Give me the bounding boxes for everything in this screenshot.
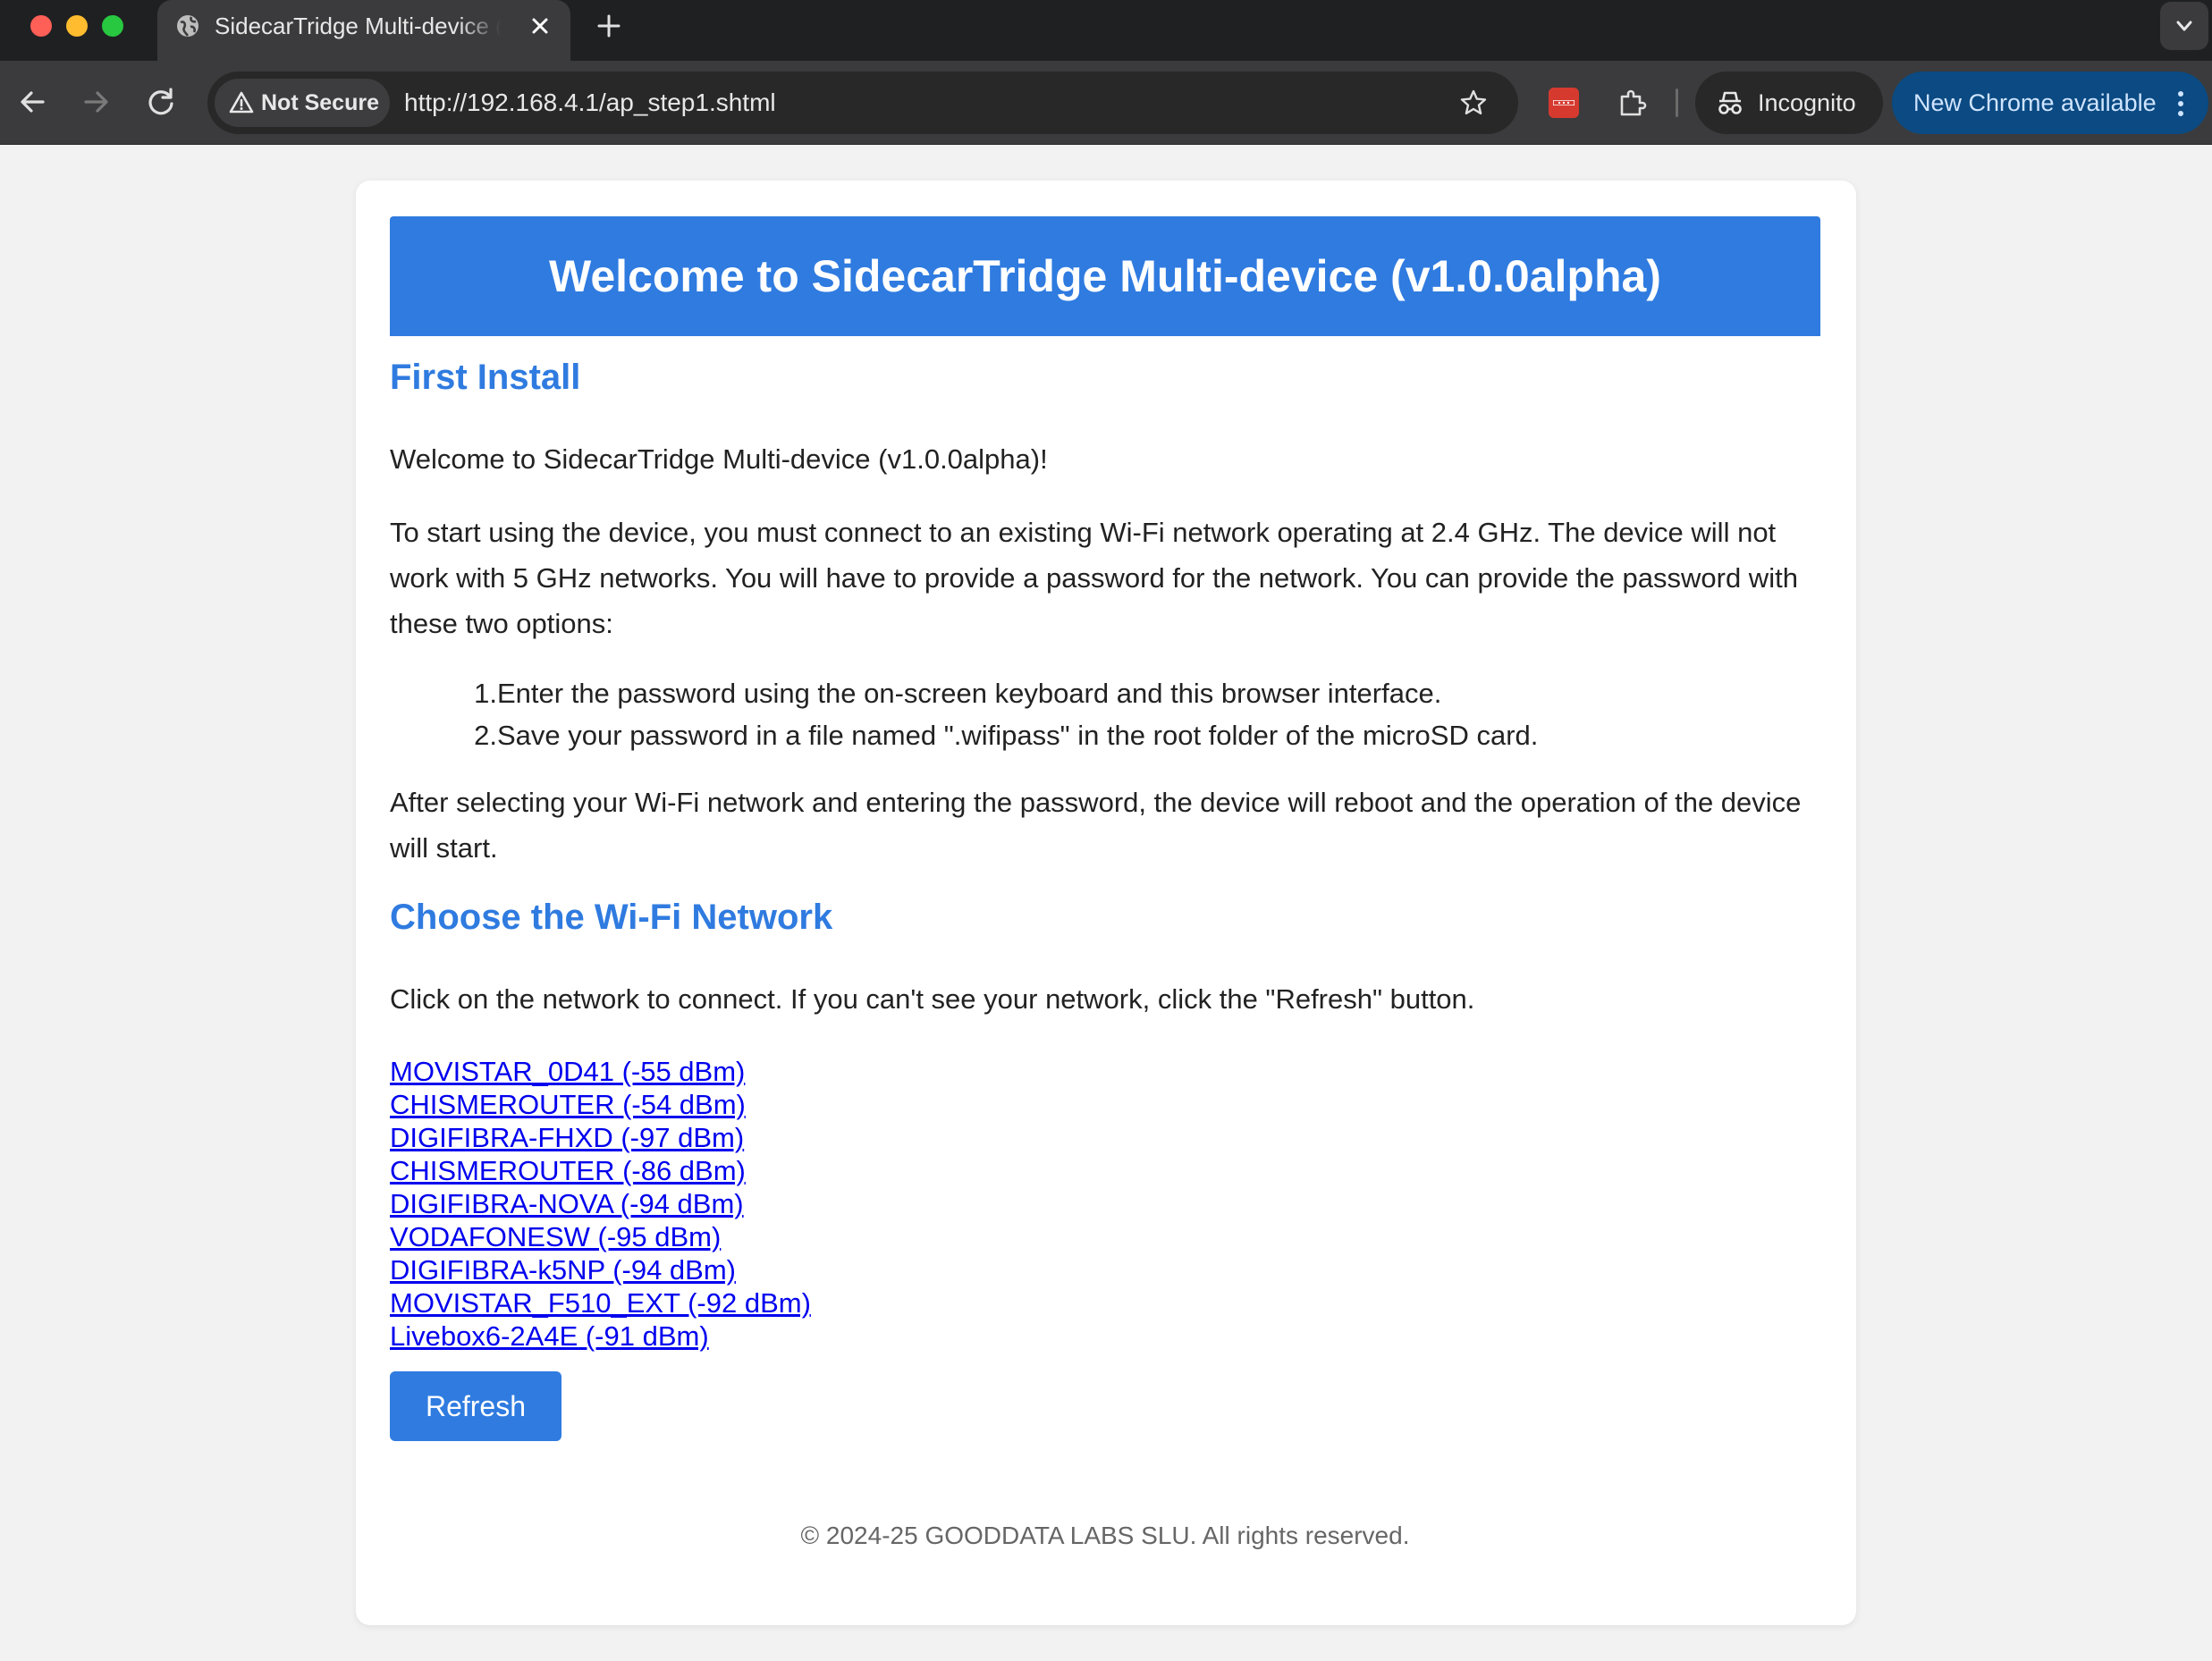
welcome-text: Welcome to SidecarTridge Multi-device (v… — [390, 443, 1048, 475]
update-chrome-label: New Chrome available — [1913, 89, 2157, 116]
chevron-down-icon — [2176, 21, 2192, 31]
network-link[interactable]: DIGIFIBRA-k5NP (-94 dBm) — [390, 1253, 736, 1286]
network-link[interactable]: MOVISTAR_0D41 (-55 dBm) — [390, 1055, 745, 1088]
network-link[interactable]: Livebox6-2A4E (-91 dBm) — [390, 1320, 709, 1353]
extension-icon[interactable] — [1549, 88, 1579, 118]
page-viewport: Welcome to SidecarTridge Multi-device (v… — [0, 145, 2212, 1661]
warning-icon — [229, 91, 254, 114]
network-link[interactable]: CHISMEROUTER (-54 dBm) — [390, 1088, 746, 1121]
address-bar[interactable]: Not Secure http://192.168.4.1/ap_step1.s… — [207, 72, 1518, 134]
star-icon[interactable] — [1459, 89, 1488, 117]
network-link[interactable]: CHISMEROUTER (-86 dBm) — [390, 1154, 746, 1187]
reload-icon[interactable] — [141, 82, 181, 122]
url-text[interactable]: http://192.168.4.1/ap_step1.shtml — [404, 72, 776, 134]
page-title: Welcome to SidecarTridge Multi-device (v… — [549, 251, 1661, 301]
window-maximize-button[interactable] — [102, 15, 123, 37]
page-banner: Welcome to SidecarTridge Multi-device (v… — [390, 216, 1820, 336]
toolbar-divider — [1676, 89, 1678, 117]
incognito-label: Incognito — [1758, 89, 1856, 116]
incognito-icon — [1718, 91, 1742, 114]
content-card: Welcome to SidecarTridge Multi-device (v… — [356, 181, 1856, 1625]
after-text: After selecting your Wi-Fi network and e… — [390, 787, 1802, 864]
window-close-button[interactable] — [30, 15, 52, 37]
tab-sidecartridge[interactable]: SidecarTridge Multi-device (v1.0.0alpha) — [157, 0, 570, 61]
network-link[interactable]: DIGIFIBRA-FHXD (-97 dBm) — [390, 1121, 744, 1154]
security-chip-label: Not Secure — [261, 90, 379, 115]
more-icon — [2178, 91, 2183, 116]
update-chrome-button[interactable]: New Chrome available — [1892, 72, 2208, 134]
tab-title: SidecarTridge Multi-device (v1.0.0alpha) — [215, 13, 501, 39]
network-link[interactable]: MOVISTAR_F510_EXT (-92 dBm) — [390, 1286, 811, 1320]
close-icon[interactable] — [528, 13, 553, 38]
tab-search-button[interactable] — [2160, 2, 2208, 50]
plus-icon[interactable] — [594, 11, 624, 41]
window-minimize-button[interactable] — [66, 15, 88, 37]
first-install-heading: First Install — [390, 358, 581, 397]
intro-text: To start using the device, you must conn… — [390, 517, 1798, 639]
refresh-button[interactable]: Refresh — [390, 1371, 561, 1441]
back-icon[interactable] — [13, 82, 52, 122]
network-instructions: Click on the network to connect. If you … — [390, 983, 1475, 1015]
globe-icon — [177, 15, 198, 37]
choose-network-heading: Choose the Wi-Fi Network — [390, 898, 833, 937]
puzzle-icon[interactable] — [1615, 86, 1649, 120]
browser-tab-strip: SidecarTridge Multi-device (v1.0.0alpha) — [0, 0, 2212, 61]
incognito-button[interactable]: Incognito — [1695, 72, 1883, 134]
network-link[interactable]: DIGIFIBRA-NOVA (-94 dBm) — [390, 1187, 744, 1220]
network-link[interactable]: VODAFONESW (-95 dBm) — [390, 1220, 721, 1253]
footer-copyright: © 2024-25 GOODDATA LABS SLU. All rights … — [800, 1522, 1410, 1549]
forward-icon[interactable] — [77, 82, 116, 122]
